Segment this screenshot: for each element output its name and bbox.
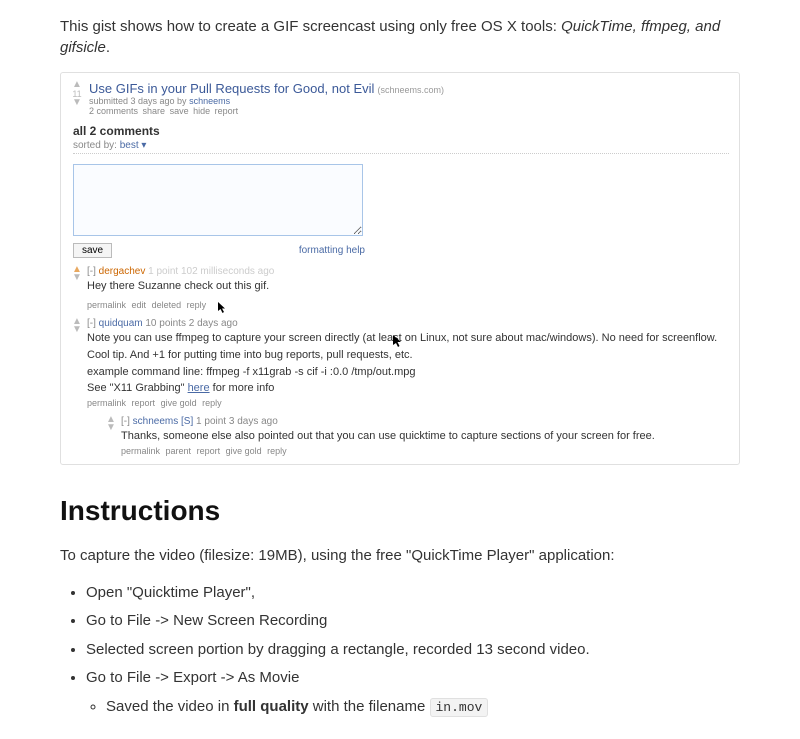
post-title[interactable]: Use GIFs in your Pull Requests for Good,… — [89, 81, 374, 96]
vote-arrows: ▲ ▼ — [71, 266, 83, 310]
comment-meta: 1 point 102 milliseconds ago — [148, 266, 274, 277]
parent-link[interactable]: parent — [166, 446, 192, 456]
comment-meta: 10 points 2 days ago — [145, 318, 237, 329]
comment-text: Thanks, someone else also pointed out th… — [121, 429, 729, 444]
comment-text: See "X11 Grabbing" here for more info — [87, 381, 729, 396]
reply-cursor-icon — [218, 302, 228, 316]
save-button[interactable]: save — [73, 243, 112, 258]
collapse-toggle[interactable]: [-] — [121, 416, 130, 427]
intro-text: This gist shows how to create a GIF scre… — [60, 16, 740, 58]
givegold-link[interactable]: give gold — [226, 446, 262, 456]
reply-link[interactable]: reply — [202, 398, 222, 408]
downvote-icon[interactable]: ▼ — [72, 326, 82, 334]
list-item: Go to File -> Export -> As Movie Saved t… — [86, 664, 740, 719]
vote-arrows: ▲ ▼ — [105, 416, 117, 456]
givegold-link[interactable]: give gold — [161, 398, 197, 408]
comment-author[interactable]: schneems — [133, 416, 179, 427]
permalink[interactable]: permalink — [87, 300, 126, 310]
reply-link[interactable]: reply — [187, 300, 207, 310]
filename-code: in.mov — [430, 698, 489, 717]
comment-author[interactable]: quidquam — [99, 318, 143, 329]
comment-text: Hey there Suzanne check out this gif. — [87, 279, 729, 294]
post-domain: (schneems.com) — [377, 85, 444, 95]
permalink[interactable]: permalink — [87, 398, 126, 408]
permalink[interactable]: permalink — [121, 446, 160, 456]
post-author[interactable]: schneems — [189, 96, 230, 106]
comment-author[interactable]: dergachev — [99, 266, 146, 277]
here-link[interactable]: here — [188, 382, 210, 394]
list-item: Go to File -> New Screen Recording — [86, 607, 740, 636]
capture-intro: To capture the video (filesize: 19MB), u… — [60, 545, 740, 567]
report-link[interactable]: report — [197, 446, 221, 456]
sort-selector[interactable]: sorted by: best ▾ — [73, 140, 729, 154]
comment-textarea[interactable] — [73, 164, 363, 236]
reddit-screenshot: ▲ 11 ▼ Use GIFs in your Pull Requests fo… — [60, 72, 740, 465]
mouse-cursor-icon — [393, 335, 404, 352]
all-comments-header: all 2 comments — [73, 124, 729, 138]
op-badge: [S] — [181, 416, 193, 427]
downvote-icon[interactable]: ▼ — [72, 99, 82, 107]
report-link[interactable]: report — [132, 398, 156, 408]
share-link[interactable]: share — [143, 106, 166, 116]
save-link[interactable]: save — [170, 106, 189, 116]
collapse-toggle[interactable]: [-] — [87, 318, 96, 329]
comment-meta: 1 point 3 days ago — [196, 416, 278, 427]
downvote-icon[interactable]: ▼ — [72, 274, 82, 282]
vote-arrows: ▲ ▼ — [71, 318, 83, 456]
upvote-icon[interactable]: ▲ — [72, 81, 82, 89]
comment-text: example command line: ffmpeg -f x11grab … — [87, 365, 729, 380]
list-item: Open "Quicktime Player", — [86, 579, 740, 608]
comments-link[interactable]: 2 comments — [89, 106, 138, 116]
edit-link[interactable]: edit — [132, 300, 147, 310]
comment-text: Note you can use ffmpeg to capture your … — [87, 331, 729, 346]
submitted-meta: submitted 3 days ago by — [89, 96, 189, 106]
hide-link[interactable]: hide — [193, 106, 210, 116]
list-item: Selected screen portion by dragging a re… — [86, 636, 740, 665]
vote-arrows: ▲ 11 ▼ — [71, 81, 83, 107]
comment-text: Cool tip. And +1 for putting time into b… — [87, 348, 729, 363]
deleted-link[interactable]: deleted — [152, 300, 182, 310]
collapse-toggle[interactable]: [-] — [87, 266, 96, 277]
reply-link[interactable]: reply — [267, 446, 287, 456]
instructions-heading: Instructions — [60, 495, 740, 527]
formatting-help-link[interactable]: formatting help — [299, 245, 365, 256]
report-link[interactable]: report — [215, 106, 239, 116]
list-item: Saved the video in full quality with the… — [106, 695, 740, 719]
downvote-icon[interactable]: ▼ — [106, 424, 116, 432]
